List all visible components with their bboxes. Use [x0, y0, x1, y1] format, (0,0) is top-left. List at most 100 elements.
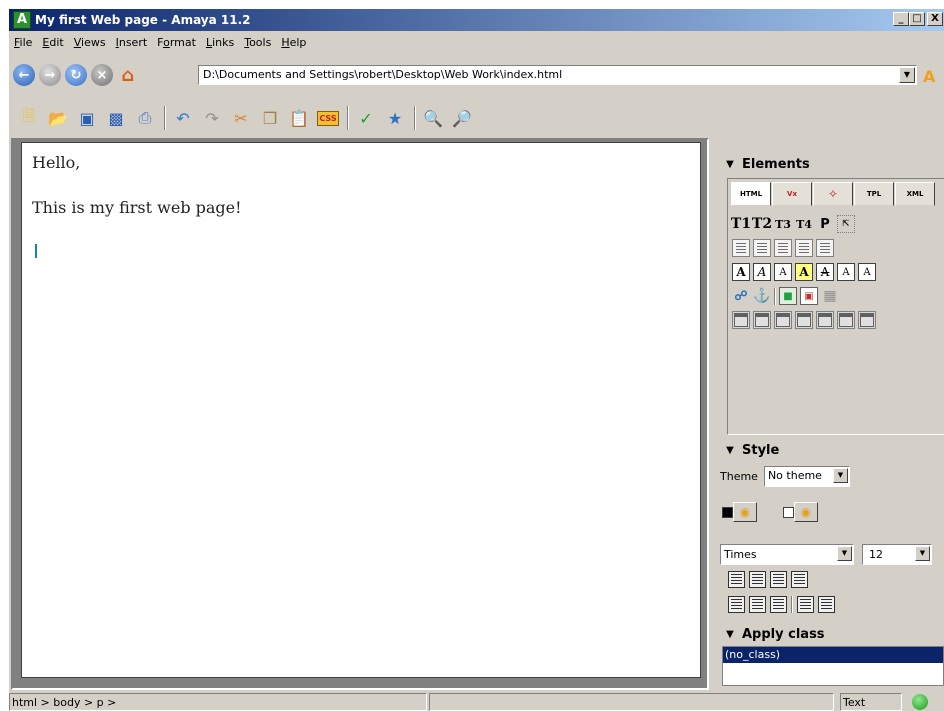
element-path[interactable]: html > body > p >	[9, 693, 427, 711]
numbered-list-icon[interactable]	[753, 239, 771, 257]
text-caret	[35, 244, 37, 258]
strike-char-button[interactable]: A	[816, 263, 834, 281]
subscript-button[interactable]: A	[858, 263, 876, 281]
bulleted-list-icon[interactable]	[732, 239, 750, 257]
object-icon[interactable]: ▣	[800, 287, 818, 305]
foreground-color-picker-icon[interactable]: ◉	[733, 502, 757, 522]
menu-tools[interactable]: Tools	[239, 36, 276, 49]
paragraph-button[interactable]: P	[816, 215, 834, 233]
outdent-icon[interactable]	[818, 596, 835, 613]
division-icon[interactable]: ⇱	[837, 215, 855, 233]
transform-icon[interactable]: ★	[383, 106, 407, 130]
spellcheck-icon[interactable]: ✓	[354, 106, 378, 130]
app-window: A My first Web page - Amaya 11.2 _ □ X F…	[8, 8, 944, 711]
line-spacing-double-icon[interactable]	[770, 596, 787, 613]
paragraph[interactable]: This is my first web page!	[32, 198, 690, 217]
paste-icon[interactable]: 📋	[287, 106, 311, 130]
document-canvas[interactable]: Hello, This is my first web page!	[21, 142, 701, 678]
tab-math[interactable]: Vx	[772, 182, 812, 206]
open-folder-icon[interactable]: 📂	[46, 106, 70, 130]
print-icon[interactable]: ⎙	[133, 106, 157, 130]
chevron-down-icon[interactable]: ▼	[915, 546, 930, 561]
status-message	[429, 693, 834, 711]
image-icon[interactable]: ■	[779, 287, 797, 305]
copy-icon[interactable]: ❐	[258, 106, 282, 130]
align-justify-icon[interactable]	[791, 571, 808, 588]
theme-select[interactable]: No theme ▼	[763, 466, 850, 487]
link-icon[interactable]: ☍	[732, 287, 750, 305]
table-icon[interactable]: ▦	[821, 287, 839, 305]
align-right-icon[interactable]	[770, 571, 787, 588]
menu-file[interactable]: File	[9, 36, 37, 49]
home-icon[interactable]: ⌂	[117, 64, 139, 86]
indent-icon[interactable]	[797, 596, 814, 613]
definition-icon[interactable]	[816, 239, 834, 257]
align-left-icon[interactable]	[728, 571, 745, 588]
table-insert-row-icon[interactable]	[732, 311, 750, 329]
chevron-down-icon[interactable]: ▼	[837, 546, 852, 561]
theme-label: Theme	[720, 470, 758, 483]
tab-xml[interactable]: XML	[895, 182, 935, 206]
zoom-out-icon[interactable]: 🔎	[450, 106, 474, 130]
bold-char-button[interactable]: A	[732, 263, 750, 281]
tab-templates[interactable]: TPL	[854, 182, 894, 206]
menu-insert[interactable]: Insert	[111, 36, 153, 49]
menu-help[interactable]: Help	[276, 36, 311, 49]
maximize-button[interactable]: □	[909, 12, 925, 26]
save-all-icon[interactable]: ▩	[104, 106, 128, 130]
reload-icon[interactable]: ↻	[65, 64, 87, 86]
table-delete-column-icon[interactable]	[837, 311, 855, 329]
forward-icon[interactable]: →	[39, 64, 61, 86]
stop-icon[interactable]: ×	[91, 64, 113, 86]
css-icon[interactable]: CSS	[316, 106, 340, 130]
elements-panel-header[interactable]: ▼ Elements	[718, 152, 810, 176]
tab-html[interactable]: HTML	[731, 182, 771, 206]
font-size-select[interactable]: 12 ▼	[862, 544, 932, 565]
chevron-down-icon[interactable]: ▼	[832, 468, 848, 483]
menu-format[interactable]: Format	[152, 36, 201, 49]
address-input[interactable]: D:\Documents and Settings\robert\Desktop…	[198, 65, 917, 85]
zoom-in-icon[interactable]: 🔍	[421, 106, 445, 130]
heading2-button[interactable]: T2	[752, 215, 772, 233]
table-merge-cells-icon[interactable]	[858, 311, 876, 329]
save-icon[interactable]: ▣	[75, 106, 99, 130]
class-list-item[interactable]: (no_class)	[723, 647, 943, 663]
table-delete-row-icon[interactable]	[774, 311, 792, 329]
style-panel-header[interactable]: ▼ Style	[718, 438, 779, 462]
line-spacing-half-icon[interactable]	[749, 596, 766, 613]
menu-views[interactable]: Views	[69, 36, 111, 49]
undo-icon[interactable]: ↶	[171, 106, 195, 130]
panel-title: Apply class	[742, 626, 825, 642]
address-dropdown-button[interactable]: ▼	[899, 67, 915, 83]
menu-edit[interactable]: Edit	[37, 36, 68, 49]
paragraph[interactable]: Hello,	[32, 153, 690, 172]
anchor-icon[interactable]: ⚓	[753, 287, 771, 305]
table-insert-column-icon[interactable]	[795, 311, 813, 329]
cut-icon[interactable]: ✂	[229, 106, 253, 130]
superscript-button[interactable]: A	[837, 263, 855, 281]
heading3-button[interactable]: T3	[774, 215, 792, 233]
back-icon[interactable]: ←	[13, 64, 35, 86]
definition-term-icon[interactable]	[795, 239, 813, 257]
small-char-button[interactable]: A	[774, 263, 792, 281]
redo-icon[interactable]: ↷	[200, 106, 224, 130]
background-color-picker-icon[interactable]: ◉	[794, 502, 818, 522]
line-spacing-single-icon[interactable]	[728, 596, 745, 613]
menu-links[interactable]: Links	[201, 36, 239, 49]
table-append-column-icon[interactable]	[816, 311, 834, 329]
apply-class-panel-header[interactable]: ▼ Apply class	[718, 622, 825, 646]
italic-char-button[interactable]: A	[753, 263, 771, 281]
new-document-icon[interactable]: 🗎	[17, 106, 41, 130]
chevron-down-icon: ▼	[726, 158, 734, 170]
heading4-button[interactable]: T4	[795, 215, 813, 233]
definition-list-icon[interactable]	[774, 239, 792, 257]
table-append-row-icon[interactable]	[753, 311, 771, 329]
font-family-select[interactable]: Times ▼	[720, 544, 854, 565]
highlight-char-button[interactable]: A	[795, 263, 813, 281]
toolbar-separator	[347, 106, 349, 130]
tab-svg[interactable]: ✧	[813, 182, 853, 206]
heading1-button[interactable]: T1	[731, 215, 751, 233]
minimize-button[interactable]: _	[893, 12, 909, 26]
align-center-icon[interactable]	[749, 571, 766, 588]
close-button[interactable]: X	[927, 12, 943, 26]
